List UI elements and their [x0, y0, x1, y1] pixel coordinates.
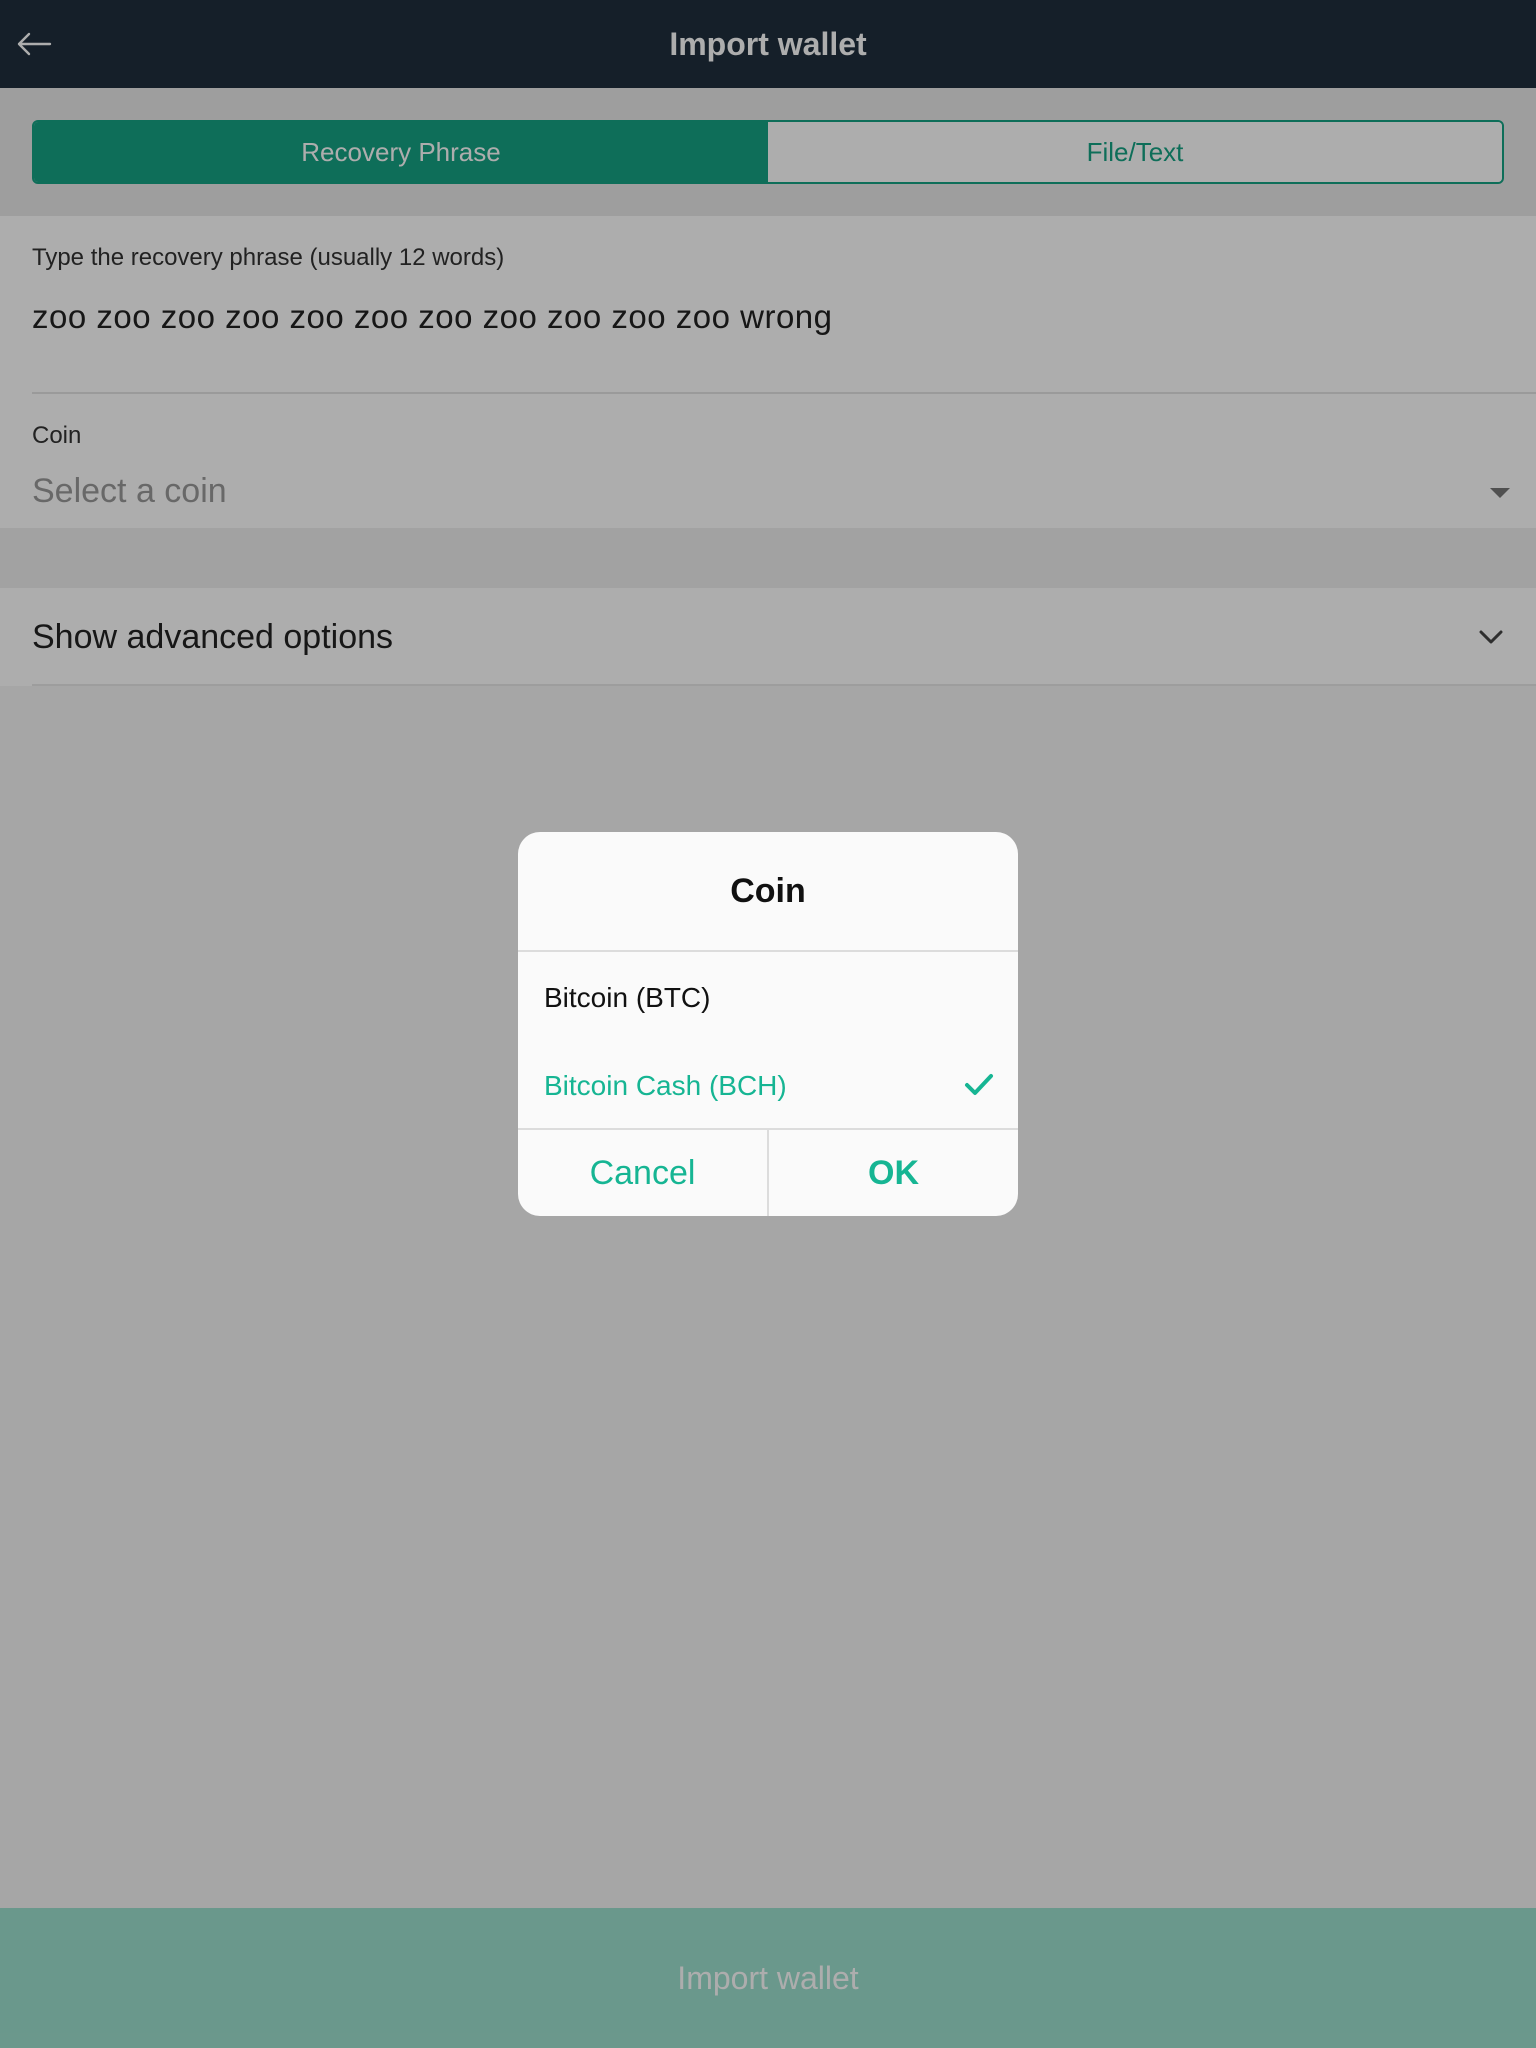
ok-button[interactable]: OK — [767, 1130, 1018, 1216]
cancel-button[interactable]: Cancel — [518, 1130, 767, 1216]
dialog-actions: Cancel OK — [518, 1130, 1018, 1216]
checkmark-icon — [965, 1074, 993, 1095]
divider — [518, 950, 1018, 952]
coin-dialog: Coin Bitcoin (BTC) Bitcoin Cash (BCH) Ca… — [518, 832, 1018, 1216]
option-label: Bitcoin Cash (BCH) — [544, 1070, 787, 1101]
option-bitcoin-btc[interactable]: Bitcoin (BTC) — [518, 954, 1018, 1042]
dialog-title: Coin — [730, 871, 806, 910]
option-bitcoin-cash-bch[interactable]: Bitcoin Cash (BCH) — [518, 1042, 1018, 1130]
